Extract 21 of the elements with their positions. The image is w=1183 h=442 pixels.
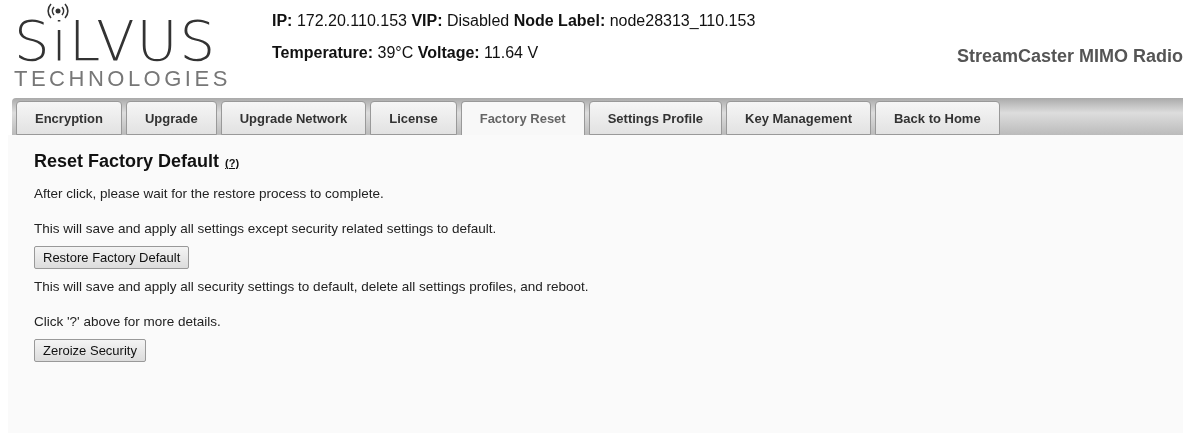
instruction-text: This will save and apply all settings except security related settings to default. (34, 221, 497, 236)
instruction-text: After click, please wait for the restore process to complete. (34, 186, 384, 201)
status-line: IP: 172.20.110.153 VIP: Disabled Node Label: node28313_110.153 (272, 12, 757, 30)
status-line: Temperature: 39°C Voltage: 11.64 V (272, 44, 540, 62)
product-name: StreamCaster MIMO Radio (956, 46, 1183, 67)
instruction-text: This will save and apply all security settings to default, delete all settings profiles, and reboot. (34, 279, 589, 294)
section-title: Reset Factory Default (34, 151, 220, 172)
help-link[interactable]: (?) (225, 157, 240, 169)
logo-subtitle: TECHNOLOGIES (14, 66, 232, 92)
tab[interactable]: Settings Profile (588, 101, 723, 135)
action-button[interactable]: Zeroize Security (34, 339, 146, 362)
tab[interactable]: Upgrade (125, 101, 217, 135)
tab[interactable]: License (370, 101, 457, 135)
tab[interactable]: Upgrade Network (220, 101, 367, 135)
tab[interactable]: Key Management (726, 101, 871, 135)
tab[interactable]: Factory Reset (460, 101, 585, 135)
logo-wordmark: SiLVUS (14, 20, 217, 62)
tab[interactable]: Encryption (16, 101, 122, 135)
instruction-text: Click '?' above for more details. (34, 314, 221, 329)
action-button[interactable]: Restore Factory Default (34, 246, 190, 269)
tab[interactable]: Back to Home (874, 101, 1000, 135)
